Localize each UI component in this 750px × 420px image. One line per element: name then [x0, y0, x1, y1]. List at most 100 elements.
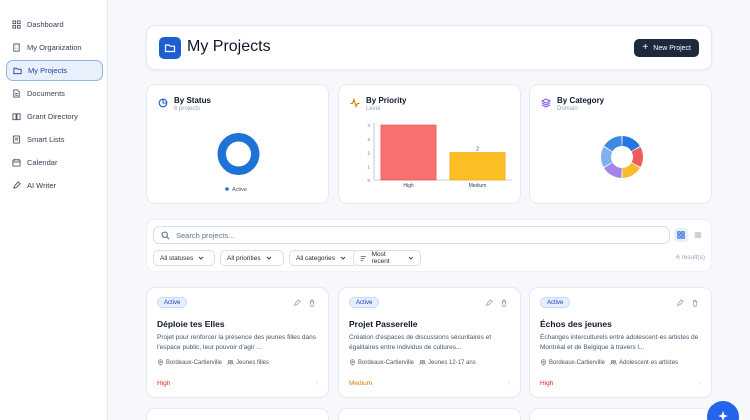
dropdown-label: All categories	[296, 254, 336, 262]
project-location: Bordeaux-Cartierville	[166, 359, 223, 366]
trash-icon[interactable]	[691, 299, 699, 307]
users-icon	[419, 360, 426, 365]
x-tick-label: Medium	[469, 183, 487, 189]
project-card-partial[interactable]	[338, 408, 521, 420]
project-meta: Bordeaux-Cartierville Adolescent·es arti…	[540, 359, 678, 366]
sidebar-item-label: Documents	[27, 89, 65, 98]
sidebar-item-ai-writer[interactable]: AI Writer	[6, 175, 103, 196]
folder-icon	[12, 66, 22, 76]
project-audience: Adolescent·es artistes	[619, 359, 679, 366]
plus-icon: +	[642, 42, 649, 53]
project-card-partial[interactable]	[529, 408, 712, 420]
y-tick-label: 4	[367, 123, 370, 128]
priority-bar-chart: 0 1 2 3 4 High Medium 2	[367, 123, 512, 189]
location-pin-icon	[541, 359, 546, 366]
project-description: Projet pour renforcer la présence des je…	[157, 334, 316, 351]
sidebar-item-label: My Projects	[28, 66, 68, 75]
category-donut-chart	[601, 136, 643, 178]
sidebar-item-documents[interactable]: Documents	[6, 83, 103, 104]
y-tick-label: 0	[367, 178, 370, 183]
sort-icon	[360, 255, 366, 261]
chevron-right-icon: ›	[315, 380, 318, 387]
project-audience: Jeunes filles	[236, 359, 270, 366]
edit-icon[interactable]	[485, 299, 493, 307]
chevron-down-icon	[340, 256, 346, 260]
y-tick-label: 2	[367, 151, 370, 156]
edit-icon[interactable]	[676, 299, 684, 307]
filter-bar: All statuses All priorities All categori…	[146, 219, 712, 272]
project-title: Déploie tes Elles	[157, 319, 225, 329]
chevron-right-icon: ›	[507, 380, 510, 387]
sidebar-item-dashboard[interactable]: Dashboard	[6, 14, 103, 35]
category-filter-dropdown[interactable]: All categories	[289, 250, 358, 266]
status-donut-chart: Active	[217, 133, 260, 193]
x-tick-label: High	[403, 183, 414, 189]
chevron-down-icon	[408, 256, 414, 260]
sort-dropdown[interactable]: Most recent	[353, 250, 421, 266]
chevron-right-icon: ›	[698, 380, 701, 387]
chevron-down-icon	[198, 256, 204, 260]
grid-icon	[677, 231, 685, 239]
edit-icon[interactable]	[293, 299, 301, 307]
project-priority: High	[540, 380, 554, 387]
sidebar-item-grant-directory[interactable]: Grant Directory	[6, 106, 103, 127]
project-meta: Bordeaux-Cartierville Jeunes filles	[157, 359, 269, 366]
bar-high	[380, 124, 437, 181]
location-pin-icon	[158, 359, 163, 366]
legend-label: Active	[232, 187, 247, 193]
sidebar-item-label: Grant Directory	[27, 112, 78, 121]
main-content: My Projects + New Project By Status 6 pr…	[108, 0, 750, 420]
project-location: Bordeaux-Cartierville	[358, 359, 415, 366]
sidebar-item-label: My Organization	[27, 43, 82, 52]
grid-view-button[interactable]	[674, 228, 688, 242]
trash-icon[interactable]	[308, 299, 316, 307]
list-view-button[interactable]	[691, 228, 705, 242]
new-project-label: New Project	[653, 44, 691, 52]
chevron-down-icon	[266, 256, 271, 260]
data-label: 2	[476, 147, 479, 153]
pie-slice	[217, 133, 260, 175]
calendar-icon	[11, 158, 21, 168]
trash-icon[interactable]	[500, 299, 508, 307]
sidebar: Dashboard My Organization My Projects Do…	[0, 0, 108, 420]
new-project-button[interactable]: + New Project	[634, 39, 699, 57]
project-card-partial[interactable]	[146, 408, 329, 420]
sparkle-icon	[718, 411, 728, 420]
project-description: Création d'espaces de discussions sécuri…	[349, 334, 492, 351]
chart-card-category: By Category Domain	[529, 84, 712, 204]
results-count: 6 result(s)	[676, 254, 705, 261]
sidebar-item-label: Dashboard	[27, 20, 64, 29]
sidebar-item-label: Calendar	[27, 158, 58, 167]
sidebar-item-calendar[interactable]: Calendar	[6, 152, 103, 173]
location-pin-icon	[350, 359, 355, 366]
users-icon	[610, 360, 617, 365]
search-input[interactable]	[176, 230, 656, 240]
project-card[interactable]: Active Échos des jeunes Échanges intercu…	[529, 287, 712, 398]
sidebar-item-label: AI Writer	[27, 181, 57, 190]
sidebar-item-my-organization[interactable]: My Organization	[6, 37, 103, 58]
book-icon	[11, 112, 21, 122]
project-location: Bordeaux-Cartierville	[549, 359, 606, 366]
chart-card-priority: By Priority Level 0 1 2 3 4 High Medium 2	[338, 84, 521, 204]
status-filter-dropdown[interactable]: All statuses	[153, 250, 215, 266]
y-tick-label: 3	[367, 137, 370, 142]
list-icon	[694, 232, 702, 238]
project-priority: High	[157, 380, 171, 387]
legend-marker	[225, 187, 229, 191]
page-title: My Projects	[187, 38, 271, 55]
bar-medium	[449, 152, 506, 181]
project-card[interactable]: Active Projet Passerelle Création d'espa…	[338, 287, 521, 398]
project-description: Échanges interculturels entre adolescent…	[540, 334, 699, 351]
status-badge: Active	[349, 297, 380, 308]
sidebar-item-my-projects[interactable]: My Projects	[6, 60, 103, 81]
project-card[interactable]: Active Déploie tes Elles Projet pour ren…	[146, 287, 329, 398]
priority-filter-dropdown[interactable]: All priorities	[220, 250, 284, 266]
document-icon	[11, 89, 21, 99]
status-badge: Active	[157, 297, 188, 308]
y-tick-label: 1	[367, 164, 370, 169]
project-title: Échos des jeunes	[540, 319, 612, 329]
dropdown-label: Most recent	[371, 251, 390, 265]
building-icon	[11, 43, 21, 53]
sidebar-item-label: Smart Lists	[27, 135, 65, 144]
sidebar-item-smart-lists[interactable]: Smart Lists	[6, 129, 103, 150]
